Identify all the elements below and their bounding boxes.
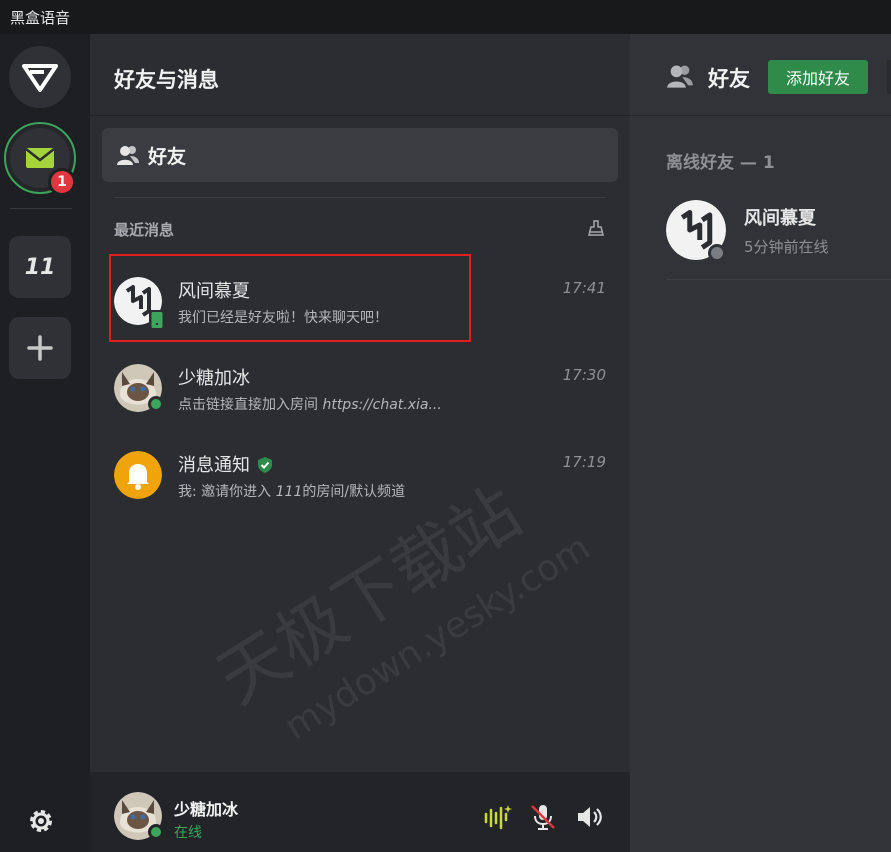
friends-header: 好友 添加好友 xyxy=(630,34,891,116)
user-name: 少糖加冰 xyxy=(174,800,239,819)
settings-gear-icon[interactable] xyxy=(26,806,56,836)
title-bar: 黑盒语音 xyxy=(0,0,891,34)
online-status-dot xyxy=(148,396,164,412)
voice-effects-icon[interactable] xyxy=(482,802,512,832)
rail-divider xyxy=(10,208,72,209)
heybox-logo-icon xyxy=(22,64,58,92)
user-status-bar: 少糖加冰 在线 xyxy=(90,772,630,852)
offline-status-dot xyxy=(708,244,726,262)
unread-badge: 1 xyxy=(48,168,76,196)
message-item[interactable]: 消息通知 17:19 我: 邀请你进入 111的房间/默认频道 xyxy=(110,437,610,511)
friends-icon xyxy=(117,146,139,165)
preview-number: 111 xyxy=(275,484,303,500)
offline-friends-label: 离线好友 — 1 xyxy=(666,153,775,173)
add-friend-button[interactable]: 添加好友 xyxy=(768,60,868,94)
friend-name: 风间慕夏 xyxy=(744,208,816,229)
divider xyxy=(114,197,606,198)
friends-list-panel: 好友 添加好友 离线好友 — 1 风间慕夏 5分钟前在线 xyxy=(630,34,891,852)
verified-shield-icon xyxy=(258,457,272,473)
contact-name: 消息通知 xyxy=(178,451,274,477)
message-preview: 点击链接直接加入房间 https://chat.xia... xyxy=(178,394,478,414)
selection-highlight-box xyxy=(109,254,471,342)
friends-nav-label: 好友 xyxy=(148,146,187,168)
messages-button[interactable]: 1 xyxy=(4,122,76,196)
server-rail: 1 11 xyxy=(0,34,90,852)
contact-name: 少糖加冰 xyxy=(178,368,250,389)
panel-title: 好友与消息 xyxy=(114,68,219,92)
contact-name-text: 消息通知 xyxy=(178,455,250,476)
message-preview: 我: 邀请你进入 111的房间/默认频道 xyxy=(178,481,478,501)
friends-messages-panel: 好友与消息 好友 最近消息 风间慕夏 17:41 我们已经是好友啦！快来聊天吧！ xyxy=(90,34,630,852)
friend-last-seen: 5分钟前在线 xyxy=(744,238,829,256)
friends-nav-button[interactable]: 好友 xyxy=(102,128,618,182)
friend-item[interactable]: 风间慕夏 5分钟前在线 xyxy=(666,200,891,280)
message-item[interactable]: 少糖加冰 17:30 点击链接直接加入房间 https://chat.xia..… xyxy=(110,350,610,424)
home-logo-button[interactable] xyxy=(9,46,71,108)
speaker-icon[interactable] xyxy=(574,802,604,832)
online-status-dot xyxy=(148,824,164,840)
mail-icon xyxy=(25,148,55,168)
tab-button-partial[interactable] xyxy=(887,60,891,94)
clear-broom-icon[interactable] xyxy=(588,220,604,236)
server-11-button[interactable]: 11 xyxy=(9,236,71,298)
preview-text: 我: 邀请你进入 xyxy=(178,484,276,500)
preview-text: 点击链接直接加入房间 xyxy=(178,397,323,413)
message-time: 17:41 xyxy=(562,279,606,297)
friends-icon xyxy=(667,65,693,88)
plus-icon xyxy=(27,335,53,361)
add-server-button[interactable] xyxy=(9,317,71,379)
recent-messages-label: 最近消息 xyxy=(114,221,175,239)
message-time: 17:19 xyxy=(562,453,606,471)
user-status: 在线 xyxy=(174,825,202,841)
friends-title: 好友 xyxy=(708,67,750,91)
preview-text-suffix: 的房间/默认频道 xyxy=(302,484,406,500)
avatar xyxy=(114,451,162,499)
mic-muted-icon[interactable] xyxy=(528,802,558,832)
panel-header: 好友与消息 xyxy=(90,34,630,116)
message-time: 17:30 xyxy=(562,366,606,384)
app-title: 黑盒语音 xyxy=(10,9,71,27)
preview-link: https://chat.xia... xyxy=(322,397,442,413)
